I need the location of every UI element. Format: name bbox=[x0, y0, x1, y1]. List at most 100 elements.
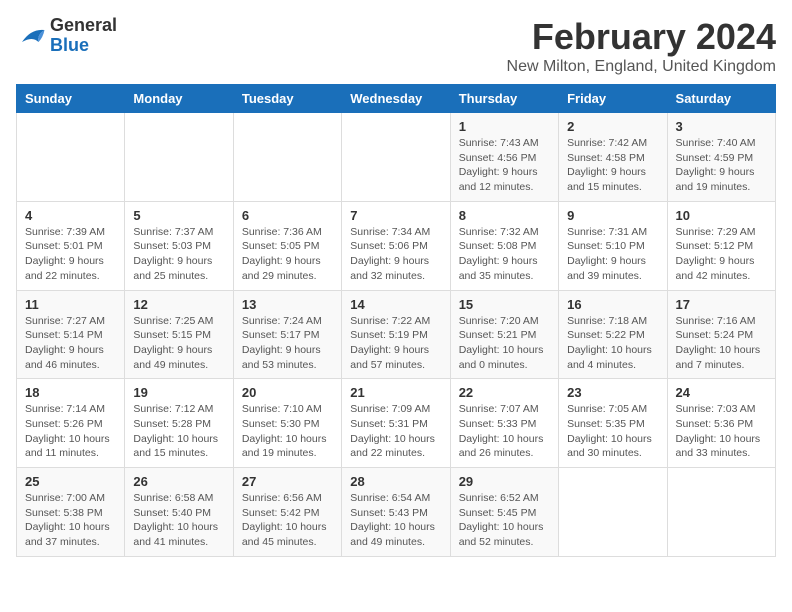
weekday-header-friday: Friday bbox=[559, 85, 667, 113]
day-info: Sunrise: 7:36 AM Sunset: 5:05 PM Dayligh… bbox=[242, 225, 333, 284]
calendar-cell: 14Sunrise: 7:22 AM Sunset: 5:19 PM Dayli… bbox=[342, 290, 450, 379]
calendar-header: SundayMondayTuesdayWednesdayThursdayFrid… bbox=[17, 85, 776, 113]
day-info: Sunrise: 7:31 AM Sunset: 5:10 PM Dayligh… bbox=[567, 225, 658, 284]
calendar-week-2: 4Sunrise: 7:39 AM Sunset: 5:01 PM Daylig… bbox=[17, 201, 776, 290]
calendar-cell: 8 Sunrise: 7:32 AM Sunset: 5:08 PM Daylig… bbox=[450, 201, 558, 290]
calendar-cell: 28 Sunrise: 6:54 AM Sunset: 5:43 PM Dayli… bbox=[342, 468, 450, 557]
weekday-header-row: SundayMondayTuesdayWednesdayThursdayFrid… bbox=[17, 85, 776, 113]
calendar-cell bbox=[125, 113, 233, 202]
day-info: Sunrise: 7:07 AM Sunset: 5:33 PM Dayligh… bbox=[459, 402, 550, 461]
calendar-cell: 12 Sunrise: 7:25 AM Sunset: 5:15 PM Dayli… bbox=[125, 290, 233, 379]
calendar-cell: 10 Sunrise: 7:29 AM Sunset: 5:12 PM Dayli… bbox=[667, 201, 775, 290]
day-number: 26 bbox=[133, 474, 224, 489]
day-number: 23 bbox=[567, 385, 658, 400]
day-number: 22 bbox=[459, 385, 550, 400]
day-info: Sunrise: 7:14 AM Sunset: 5:26 PM Dayligh… bbox=[25, 402, 116, 461]
day-number: 5 bbox=[133, 208, 224, 223]
day-number: 25 bbox=[25, 474, 116, 489]
calendar-cell: 17Sunrise: 7:16 AM Sunset: 5:24 PM Dayli… bbox=[667, 290, 775, 379]
calendar-cell: 21Sunrise: 7:09 AM Sunset: 5:31 PM Dayli… bbox=[342, 379, 450, 468]
calendar-week-1: 1 Sunrise: 7:43 AM Sunset: 4:56 PM Daylig… bbox=[17, 113, 776, 202]
day-number: 19 bbox=[133, 385, 224, 400]
day-info: Sunrise: 7:03 AM Sunset: 5:36 PM Dayligh… bbox=[676, 402, 767, 461]
day-number: 20 bbox=[242, 385, 333, 400]
weekday-header-monday: Monday bbox=[125, 85, 233, 113]
calendar-cell: 9 Sunrise: 7:31 AM Sunset: 5:10 PM Daylig… bbox=[559, 201, 667, 290]
day-info: Sunrise: 7:10 AM Sunset: 5:30 PM Dayligh… bbox=[242, 402, 333, 461]
weekday-header-sunday: Sunday bbox=[17, 85, 125, 113]
calendar-cell: 16 Sunrise: 7:18 AM Sunset: 5:22 PM Dayli… bbox=[559, 290, 667, 379]
logo-icon bbox=[16, 21, 46, 51]
day-info: Sunrise: 6:56 AM Sunset: 5:42 PM Dayligh… bbox=[242, 491, 333, 550]
calendar-cell bbox=[342, 113, 450, 202]
day-number: 15 bbox=[459, 297, 550, 312]
calendar-week-4: 18 Sunrise: 7:14 AM Sunset: 5:26 PM Dayli… bbox=[17, 379, 776, 468]
day-info: Sunrise: 7:39 AM Sunset: 5:01 PM Dayligh… bbox=[25, 225, 116, 284]
calendar-cell: 22 Sunrise: 7:07 AM Sunset: 5:33 PM Dayli… bbox=[450, 379, 558, 468]
calendar-cell: 7 Sunrise: 7:34 AM Sunset: 5:06 PM Daylig… bbox=[342, 201, 450, 290]
logo-line2: Blue bbox=[50, 36, 117, 56]
calendar-cell: 29 Sunrise: 6:52 AM Sunset: 5:45 PM Dayli… bbox=[450, 468, 558, 557]
calendar-cell: 15 Sunrise: 7:20 AM Sunset: 5:21 PM Dayli… bbox=[450, 290, 558, 379]
day-number: 11 bbox=[25, 297, 116, 312]
title-block: February 2024 New Milton, England, Unite… bbox=[507, 16, 776, 76]
day-info: Sunrise: 7:24 AM Sunset: 5:17 PM Dayligh… bbox=[242, 314, 333, 373]
day-number: 17 bbox=[676, 297, 767, 312]
day-info: Sunrise: 6:52 AM Sunset: 5:45 PM Dayligh… bbox=[459, 491, 550, 550]
day-number: 13 bbox=[242, 297, 333, 312]
calendar-cell bbox=[233, 113, 341, 202]
day-info: Sunrise: 7:32 AM Sunset: 5:08 PM Dayligh… bbox=[459, 225, 550, 284]
day-info: Sunrise: 7:25 AM Sunset: 5:15 PM Dayligh… bbox=[133, 314, 224, 373]
calendar-cell: 27Sunrise: 6:56 AM Sunset: 5:42 PM Dayli… bbox=[233, 468, 341, 557]
weekday-header-tuesday: Tuesday bbox=[233, 85, 341, 113]
calendar-week-5: 25 Sunrise: 7:00 AM Sunset: 5:38 PM Dayli… bbox=[17, 468, 776, 557]
month-title: February 2024 bbox=[507, 16, 776, 58]
calendar-cell: 11Sunrise: 7:27 AM Sunset: 5:14 PM Dayli… bbox=[17, 290, 125, 379]
day-number: 29 bbox=[459, 474, 550, 489]
day-info: Sunrise: 7:43 AM Sunset: 4:56 PM Dayligh… bbox=[459, 136, 550, 195]
day-number: 8 bbox=[459, 208, 550, 223]
day-number: 12 bbox=[133, 297, 224, 312]
day-info: Sunrise: 7:40 AM Sunset: 4:59 PM Dayligh… bbox=[676, 136, 767, 195]
day-info: Sunrise: 7:29 AM Sunset: 5:12 PM Dayligh… bbox=[676, 225, 767, 284]
day-info: Sunrise: 7:34 AM Sunset: 5:06 PM Dayligh… bbox=[350, 225, 441, 284]
day-info: Sunrise: 7:18 AM Sunset: 5:22 PM Dayligh… bbox=[567, 314, 658, 373]
calendar-cell: 25 Sunrise: 7:00 AM Sunset: 5:38 PM Dayli… bbox=[17, 468, 125, 557]
calendar-cell: 2Sunrise: 7:42 AM Sunset: 4:58 PM Daylig… bbox=[559, 113, 667, 202]
calendar-cell: 4Sunrise: 7:39 AM Sunset: 5:01 PM Daylig… bbox=[17, 201, 125, 290]
location-title: New Milton, England, United Kingdom bbox=[507, 58, 776, 76]
calendar-cell: 18 Sunrise: 7:14 AM Sunset: 5:26 PM Dayli… bbox=[17, 379, 125, 468]
day-number: 24 bbox=[676, 385, 767, 400]
calendar-cell: 20 Sunrise: 7:10 AM Sunset: 5:30 PM Dayli… bbox=[233, 379, 341, 468]
day-number: 9 bbox=[567, 208, 658, 223]
calendar-cell bbox=[559, 468, 667, 557]
calendar-cell: 1 Sunrise: 7:43 AM Sunset: 4:56 PM Daylig… bbox=[450, 113, 558, 202]
day-number: 1 bbox=[459, 119, 550, 134]
day-number: 16 bbox=[567, 297, 658, 312]
calendar-cell: 3Sunrise: 7:40 AM Sunset: 4:59 PM Daylig… bbox=[667, 113, 775, 202]
calendar-cell: 5Sunrise: 7:37 AM Sunset: 5:03 PM Daylig… bbox=[125, 201, 233, 290]
logo: General Blue bbox=[16, 16, 117, 56]
day-info: Sunrise: 6:58 AM Sunset: 5:40 PM Dayligh… bbox=[133, 491, 224, 550]
calendar-cell: 26 Sunrise: 6:58 AM Sunset: 5:40 PM Dayli… bbox=[125, 468, 233, 557]
day-number: 6 bbox=[242, 208, 333, 223]
day-info: Sunrise: 7:22 AM Sunset: 5:19 PM Dayligh… bbox=[350, 314, 441, 373]
day-number: 2 bbox=[567, 119, 658, 134]
calendar-cell: 13 Sunrise: 7:24 AM Sunset: 5:17 PM Dayli… bbox=[233, 290, 341, 379]
calendar-cell: 24 Sunrise: 7:03 AM Sunset: 5:36 PM Dayli… bbox=[667, 379, 775, 468]
logo-line1: General bbox=[50, 16, 117, 36]
day-info: Sunrise: 7:12 AM Sunset: 5:28 PM Dayligh… bbox=[133, 402, 224, 461]
logo-text-block: General Blue bbox=[50, 16, 117, 56]
day-number: 28 bbox=[350, 474, 441, 489]
day-info: Sunrise: 7:00 AM Sunset: 5:38 PM Dayligh… bbox=[25, 491, 116, 550]
day-number: 10 bbox=[676, 208, 767, 223]
day-number: 18 bbox=[25, 385, 116, 400]
day-info: Sunrise: 7:05 AM Sunset: 5:35 PM Dayligh… bbox=[567, 402, 658, 461]
day-info: Sunrise: 6:54 AM Sunset: 5:43 PM Dayligh… bbox=[350, 491, 441, 550]
day-number: 7 bbox=[350, 208, 441, 223]
calendar-table: SundayMondayTuesdayWednesdayThursdayFrid… bbox=[16, 84, 776, 557]
weekday-header-thursday: Thursday bbox=[450, 85, 558, 113]
weekday-header-saturday: Saturday bbox=[667, 85, 775, 113]
calendar-cell bbox=[17, 113, 125, 202]
day-info: Sunrise: 7:20 AM Sunset: 5:21 PM Dayligh… bbox=[459, 314, 550, 373]
